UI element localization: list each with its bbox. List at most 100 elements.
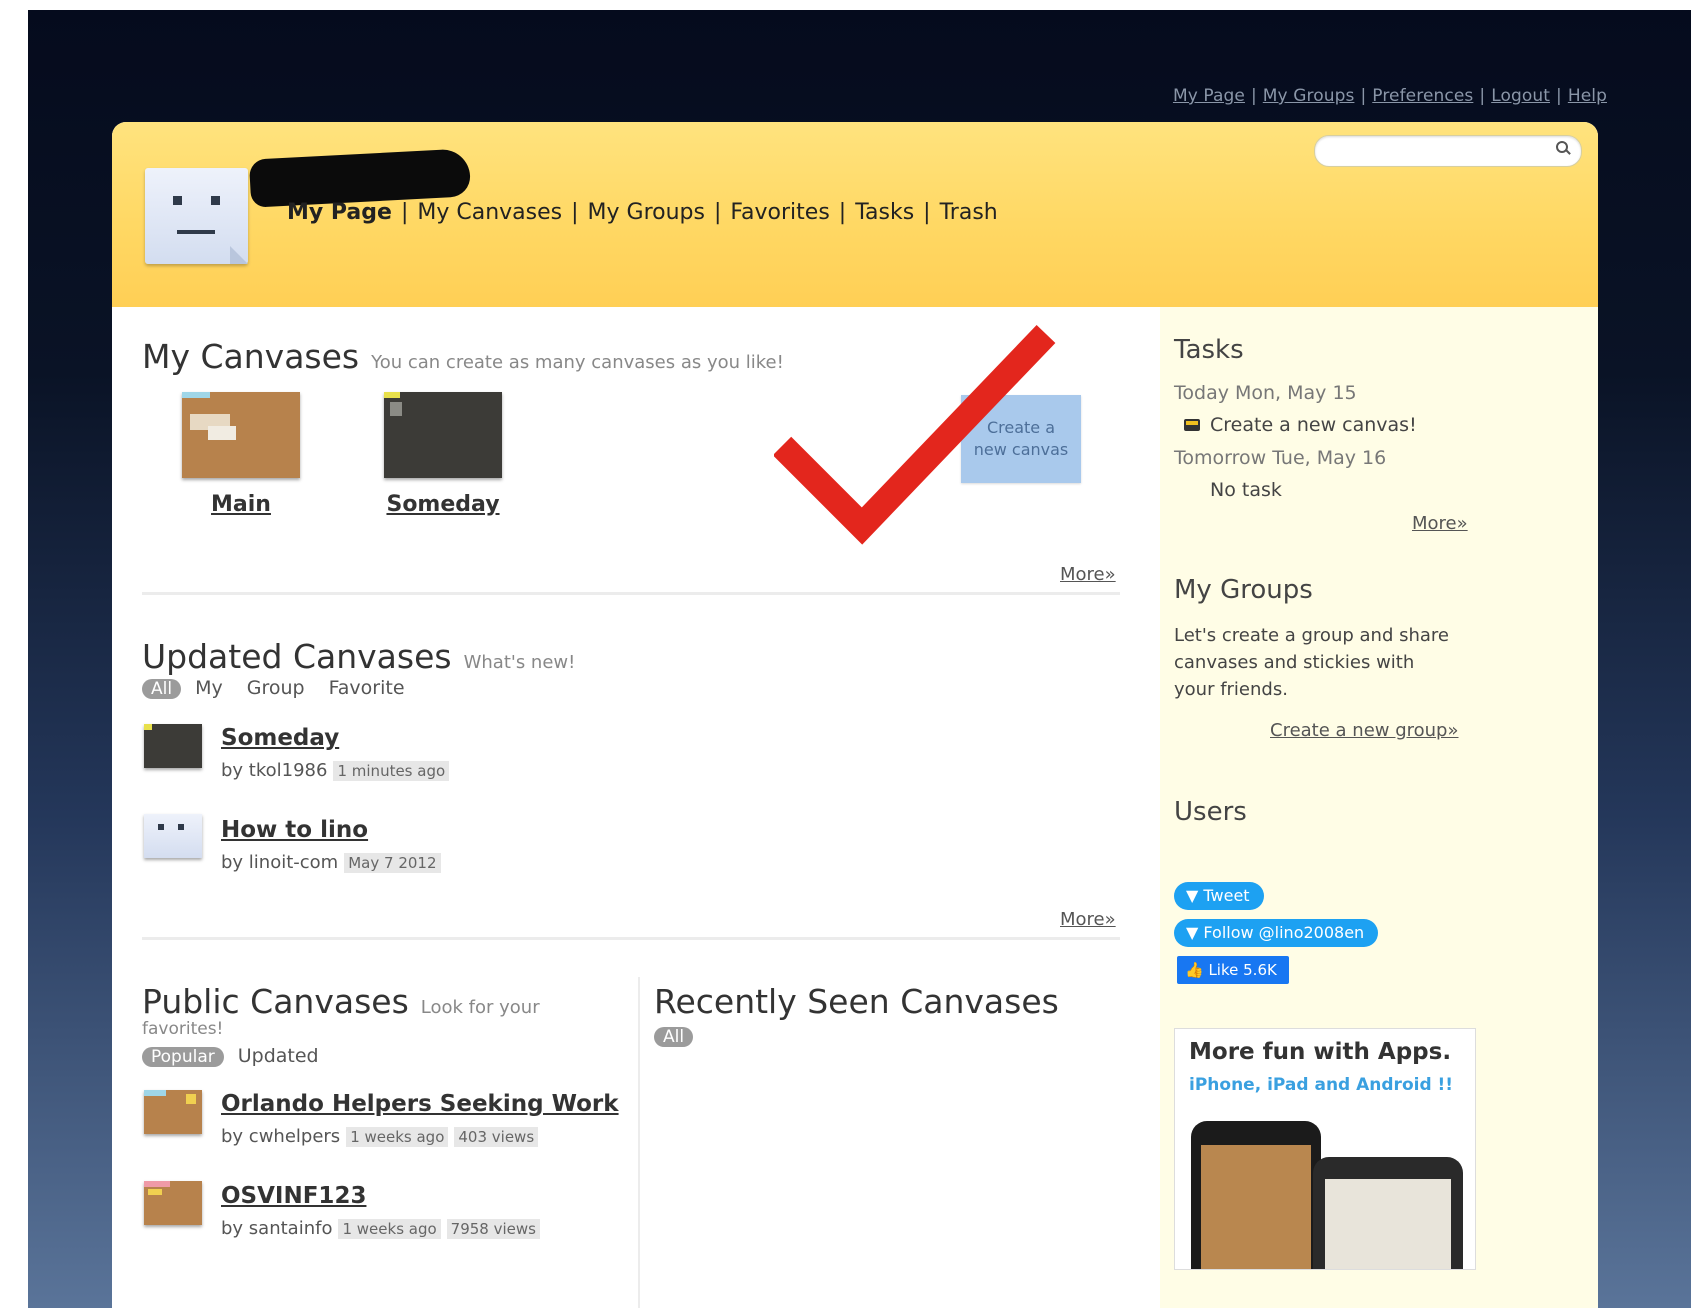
canvas-thumb-main[interactable]: [182, 392, 300, 478]
bird-icon: ▼: [1186, 886, 1204, 905]
sidebar: Tasks Today Mon, May 15 Create a new can…: [1160, 307, 1598, 1308]
task-item[interactable]: Create a new canvas!: [1210, 414, 1417, 436]
avatar-fold: [230, 246, 248, 264]
top-link-help[interactable]: Help: [1568, 86, 1607, 106]
tweet-button[interactable]: ▼ Tweet: [1174, 882, 1264, 910]
my-canvases-title: My Canvases: [142, 337, 360, 376]
phone-image: [1191, 1121, 1321, 1269]
nav-my-groups[interactable]: My Groups: [588, 200, 705, 225]
my-canvases-more-link[interactable]: More»: [1060, 564, 1116, 585]
updated-canvases-subtitle: What's new!: [463, 652, 576, 673]
item-title-orlando[interactable]: Orlando Helpers Seeking Work: [221, 1091, 619, 1117]
tasks-today: Today Mon, May 15: [1174, 382, 1357, 404]
filter-all-recent[interactable]: All: [654, 1027, 694, 1047]
public-canvases-subtitle-cont: favorites!: [142, 1019, 224, 1039]
my-canvases-subtitle: You can create as many canvases as you l…: [371, 352, 784, 373]
updated-more-link[interactable]: More»: [1060, 909, 1116, 930]
canvas-thumb-someday[interactable]: [384, 392, 502, 478]
bird-icon: ▼: [1186, 923, 1204, 942]
public-canvases-heading: Public Canvases Look for your: [142, 982, 540, 1021]
task-icon: [1184, 419, 1200, 431]
groups-text-3: your friends.: [1174, 679, 1288, 700]
item-title-someday[interactable]: Someday: [221, 725, 339, 751]
filter-popular[interactable]: Popular: [142, 1047, 224, 1067]
item-title-how-to-lino[interactable]: How to lino: [221, 817, 368, 843]
avatar-mouth: [177, 230, 215, 234]
tasks-more-link[interactable]: More»: [1412, 513, 1468, 534]
users-title: Users: [1174, 797, 1247, 827]
filter-group[interactable]: Group: [247, 677, 305, 699]
tasks-title: Tasks: [1174, 335, 1244, 365]
filter-my[interactable]: My: [195, 677, 223, 699]
avatar-eye: [173, 196, 182, 205]
item-time: 1 weeks ago: [346, 1127, 449, 1147]
nav-my-canvases[interactable]: My Canvases: [417, 200, 562, 225]
tasks-none: No task: [1210, 479, 1282, 501]
top-link-my-page[interactable]: My Page: [1173, 86, 1245, 106]
item-thumb-how-to-lino[interactable]: [144, 814, 202, 858]
avatar[interactable]: [145, 168, 248, 264]
search-box: [1314, 135, 1582, 167]
top-link-my-groups[interactable]: My Groups: [1263, 86, 1355, 106]
item-meta-orlando: by cwhelpers 1 weeks ago 403 views: [221, 1126, 539, 1147]
nav-my-page[interactable]: My Page: [287, 200, 392, 225]
divider: [142, 937, 1120, 940]
item-author: by santainfo: [221, 1218, 333, 1239]
filter-updated[interactable]: Updated: [238, 1045, 319, 1067]
create-group-link[interactable]: Create a new group»: [1270, 720, 1459, 741]
canvas-label-main[interactable]: Main: [182, 492, 300, 517]
item-author: by linoit-com: [221, 852, 339, 873]
item-author: by cwhelpers: [221, 1126, 341, 1147]
canvas-label-someday[interactable]: Someday: [374, 492, 512, 517]
item-thumb-osvinf123[interactable]: [144, 1181, 202, 1225]
nav-trash[interactable]: Trash: [940, 200, 998, 225]
page-background: My Page | My Groups | Preferences | Logout | Hel…: [28, 10, 1691, 1308]
item-title-osvinf123[interactable]: OSVINF123: [221, 1183, 366, 1209]
item-views: 403 views: [454, 1127, 539, 1147]
public-canvases-title: Public Canvases: [142, 982, 409, 1021]
recently-seen-filters: All: [654, 1025, 707, 1047]
nav-tasks[interactable]: Tasks: [855, 200, 914, 225]
public-canvases-subtitle: Look for your: [420, 997, 540, 1018]
nav-favorites[interactable]: Favorites: [730, 200, 829, 225]
main-nav: My Page | My Canvases | My Groups | Favorites |…: [287, 200, 998, 225]
top-link-preferences[interactable]: Preferences: [1372, 86, 1473, 106]
like-button[interactable]: 👍 Like 5.6K: [1177, 956, 1289, 984]
my-groups-title: My Groups: [1174, 575, 1313, 605]
updated-filters: All My Group Favorite: [142, 677, 429, 699]
follow-button[interactable]: ▼ Follow @lino2008en: [1174, 919, 1379, 947]
thumbs-up-icon: 👍: [1185, 961, 1209, 979]
column-divider: [638, 977, 640, 1308]
tasks-tomorrow: Tomorrow Tue, May 16: [1174, 447, 1387, 469]
search-icon[interactable]: [1556, 141, 1571, 155]
apps-subtitle: iPhone, iPad and Android !!: [1189, 1075, 1454, 1095]
checkmark-icon: [774, 325, 1056, 545]
top-links: My Page | My Groups | Preferences | Logout | Hel…: [1172, 86, 1607, 106]
redacted-username: [248, 148, 472, 208]
avatar-eye: [211, 196, 220, 205]
item-time: May 7 2012: [344, 853, 441, 873]
item-views: 7958 views: [446, 1219, 540, 1239]
item-meta-osvinf123: by santainfo 1 weeks ago 7958 views: [221, 1218, 540, 1239]
public-filters: Popular Updated: [142, 1045, 343, 1067]
groups-text-2: canvases and stickies with: [1174, 652, 1415, 673]
divider: [142, 592, 1120, 595]
groups-text-1: Let's create a group and share: [1174, 625, 1449, 646]
my-canvases-heading: My Canvases You can create as many canvas…: [142, 337, 784, 376]
phone-image: [1313, 1157, 1463, 1269]
filter-favorite[interactable]: Favorite: [329, 677, 405, 699]
recently-seen-title: Recently Seen Canvases: [654, 982, 1059, 1021]
item-thumb-orlando[interactable]: [144, 1090, 202, 1134]
header: My Page | My Canvases | My Groups | Favorites |…: [112, 122, 1598, 307]
like-label: Like 5.6K: [1208, 961, 1277, 979]
item-thumb-someday[interactable]: [144, 724, 202, 768]
filter-all[interactable]: All: [142, 679, 182, 699]
top-link-logout[interactable]: Logout: [1491, 86, 1550, 106]
main-card: My Page | My Canvases | My Groups | Favorites |…: [112, 122, 1598, 1308]
updated-canvases-heading: Updated Canvases What's new!: [142, 637, 575, 676]
updated-canvases-title: Updated Canvases: [142, 637, 452, 676]
item-time: 1 weeks ago: [338, 1219, 441, 1239]
apps-promo[interactable]: More fun with Apps. iPhone, iPad and And…: [1174, 1028, 1476, 1270]
follow-label: Follow @lino2008en: [1203, 923, 1365, 942]
search-input[interactable]: [1325, 140, 1549, 162]
